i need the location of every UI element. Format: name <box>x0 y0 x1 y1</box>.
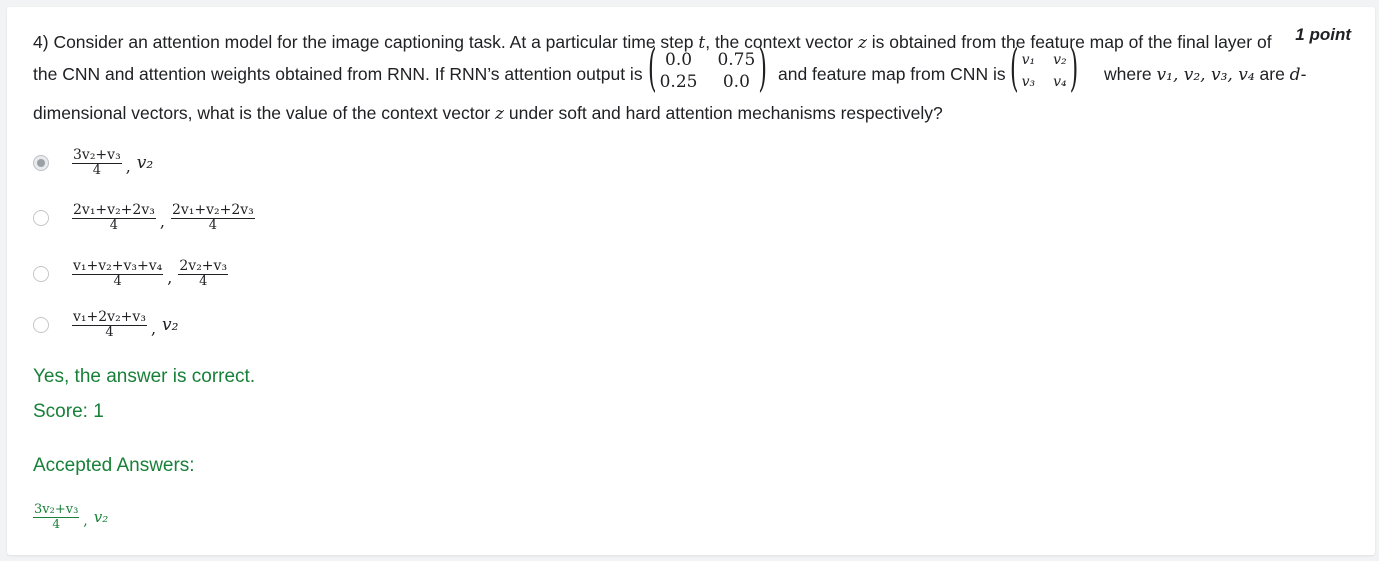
matrix-cell: 0.0 <box>665 50 693 70</box>
question-text-2a: the CNN and attention weights obtained f… <box>33 64 643 84</box>
hard-attention-value: v₂ <box>136 152 154 173</box>
matrix-cell: v₁ <box>1021 52 1036 68</box>
fraction-numerator: 2v₁+v₂+2v₃ <box>72 202 156 219</box>
left-paren: ( <box>648 41 657 99</box>
radio-button[interactable] <box>33 265 49 282</box>
comma: , <box>167 268 173 287</box>
option-4[interactable]: v₁+2v₂+v₃ 4 , v₂ <box>33 309 178 340</box>
feature-matrix-grid: v₁ v₂ v₃ v₄ <box>1019 49 1070 93</box>
option-expression: v₁+2v₂+v₃ 4 , v₂ <box>72 309 178 340</box>
option-3[interactable]: v₁+v₂+v₃+v₄ 4 , 2v₂+v₃ 4 <box>33 258 229 289</box>
var-z: z <box>495 104 505 124</box>
fraction-numerator: 3v₂+v₃ <box>72 147 122 164</box>
option-expression: v₁+v₂+v₃+v₄ 4 , 2v₂+v₃ 4 <box>72 258 229 289</box>
option-1[interactable]: 3v₂+v₃ 4 , v₂ <box>33 147 153 178</box>
matrix-cell: v₃ <box>1021 74 1036 90</box>
fraction: 3v₂+v₃ 4 <box>33 502 80 531</box>
fraction: v₁+2v₂+v₃ 4 <box>72 309 147 340</box>
hard-attention-value: v₂ <box>162 314 179 335</box>
fraction-numerator: 2v₁+v₂+2v₃ <box>170 202 255 219</box>
matrix-cell: v₂ <box>1053 52 1067 68</box>
radio-button[interactable] <box>33 209 49 226</box>
result-message: Yes, the answer is correct. <box>33 366 256 387</box>
fraction: 2v₂+v₃ 4 <box>178 258 229 289</box>
fraction-denominator: 4 <box>92 163 101 178</box>
matrix-cell: 0.25 <box>659 72 698 92</box>
left-paren: ( <box>1010 41 1019 99</box>
fraction-numerator: v₁+v₂+v₃+v₄ <box>72 258 164 275</box>
question-card: 4) Consider an attention model for the i… <box>7 7 1375 555</box>
hard-attention-value: v₂ <box>93 508 109 526</box>
attention-matrix: ( 0.0 0.75 0.25 0.0 ) <box>648 41 767 99</box>
question-line-3: dimensional vectors, what is the value o… <box>33 101 943 126</box>
right-paren: ) <box>758 41 767 99</box>
question-text-3b: under soft and hard attention mechanisms… <box>504 103 943 123</box>
radio-button[interactable] <box>33 316 49 333</box>
accepted-answers-label: Accepted Answers: <box>33 455 195 476</box>
question-text-2e: - <box>1300 64 1307 84</box>
fraction: v₁+v₂+v₃+v₄ 4 <box>72 258 164 289</box>
score-text: Score: 1 <box>33 401 104 422</box>
var-d: d <box>1289 65 1301 85</box>
question-text-2c-wrap: where v₁, v₂, v₃, v₄ are d- <box>1104 62 1306 87</box>
comma: , <box>159 212 165 231</box>
fraction: 3v₂+v₃ 4 <box>72 147 122 178</box>
fraction-denominator: 4 <box>105 325 114 340</box>
points-label: 1 point <box>1295 25 1351 44</box>
fraction-denominator: 4 <box>52 517 60 531</box>
feature-matrix: ( v₁ v₂ v₃ v₄ ) <box>1010 41 1079 99</box>
fraction: 2v₁+v₂+2v₃ 4 <box>72 202 156 233</box>
fraction-denominator: 4 <box>199 274 208 289</box>
matrix-cell: 0.0 <box>722 72 750 92</box>
comma: , <box>83 513 88 529</box>
question-text-2b-wrap: and feature map from CNN is <box>778 62 1006 86</box>
question-text-1: Consider an attention model for the imag… <box>53 32 699 52</box>
fraction-numerator: v₁+2v₂+v₃ <box>72 309 147 326</box>
fraction-numerator: 3v₂+v₃ <box>33 502 80 518</box>
fraction-numerator: 2v₂+v₃ <box>178 258 229 275</box>
option-2[interactable]: 2v₁+v₂+2v₃ 4 , 2v₁+v₂+2v₃ 4 <box>33 202 255 233</box>
right-paren: ) <box>1069 41 1079 99</box>
question-number: 4) <box>33 32 54 52</box>
option-expression: 3v₂+v₃ 4 , v₂ <box>72 147 153 178</box>
question-text-2c: where <box>1104 64 1157 84</box>
var-z: z <box>857 33 867 53</box>
question-line-2: the CNN and attention weights obtained f… <box>33 62 643 86</box>
question-text-2b: and feature map from CNN is <box>778 64 1006 84</box>
fraction-denominator: 4 <box>113 274 122 289</box>
vars-list: v₁, v₂, v₃, v₄ <box>1156 65 1255 85</box>
option-expression: 2v₁+v₂+2v₃ 4 , 2v₁+v₂+2v₃ 4 <box>72 202 255 233</box>
fraction-denominator: 4 <box>208 218 217 233</box>
attention-matrix-grid: 0.0 0.75 0.25 0.0 <box>657 49 759 93</box>
fraction-denominator: 4 <box>109 218 119 233</box>
comma: , <box>150 319 157 338</box>
question-text-2d: are <box>1254 64 1290 84</box>
radio-button-selected[interactable] <box>33 154 49 171</box>
comma: , <box>125 157 131 176</box>
matrix-cell: v₄ <box>1053 74 1067 90</box>
matrix-cell: 0.75 <box>717 50 756 70</box>
fraction: 2v₁+v₂+2v₃ 4 <box>170 202 255 233</box>
accepted-answer: 3v₂+v₃ 4 , v₂ <box>33 503 108 531</box>
question-text-3a: dimensional vectors, what is the value o… <box>33 103 496 123</box>
